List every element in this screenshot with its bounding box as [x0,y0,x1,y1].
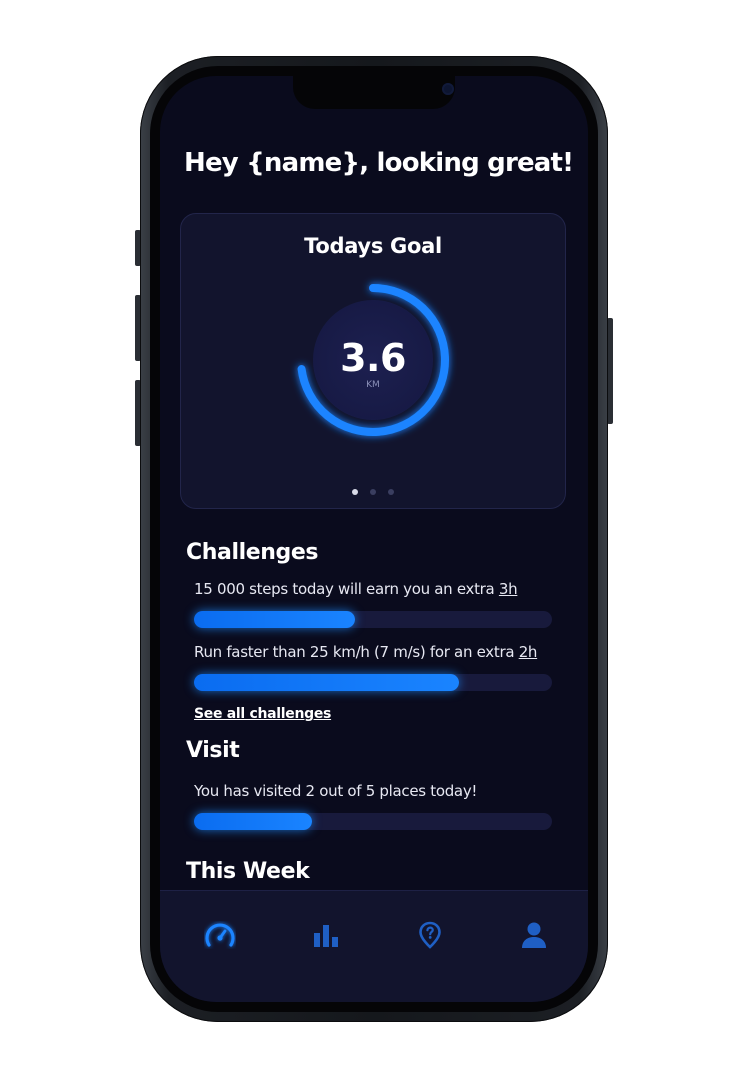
visit-progress-bar [194,813,552,830]
user-icon [522,922,546,948]
challenge-text: Run faster than 25 km/h (7 m/s) for an e… [194,643,537,661]
stage: Hey {name}, looking great! Todays Goal 3… [0,0,733,1080]
goal-card-title: Todays Goal [304,234,442,258]
tab-stats[interactable] [304,917,348,953]
challenge-description: 15 000 steps today will earn you an extr… [194,580,499,598]
challenges-title: Challenges [186,540,319,565]
tab-places[interactable] [408,917,452,953]
speedometer-icon [205,923,235,947]
visit-title: Visit [186,738,240,763]
challenge-progress-bar [194,611,552,628]
goal-value: 3.6 [340,336,406,380]
page-dot[interactable] [370,489,376,495]
greeting-title: Hey {name}, looking great! [184,148,574,178]
goal-card[interactable]: Todays Goal 3.6 KM [180,213,566,509]
see-all-challenges-link[interactable]: See all challenges [194,706,331,722]
challenge-progress-fill [194,611,356,628]
visit-text: You has visited 2 out of 5 places today! [194,782,478,800]
phone-screen: Hey {name}, looking great! Todays Goal 3… [160,76,588,1002]
notch [293,76,455,109]
tab-profile[interactable] [512,917,556,953]
challenge-reward: 3h [498,580,518,598]
bar-chart-icon [314,925,338,947]
page-dot[interactable] [352,489,358,495]
visit-progress-fill [194,813,313,830]
challenge-progress-fill [194,674,459,691]
challenge-progress-bar [194,674,552,691]
tab-dashboard[interactable] [196,917,240,953]
bottom-tab-bar [160,890,588,1002]
challenge-text: 15 000 steps today will earn you an extr… [194,580,518,598]
map-pin-question-icon [419,921,441,949]
page-indicator[interactable] [181,489,565,495]
page-dot[interactable] [388,489,394,495]
goal-progress-ring: 3.6 KM [287,274,459,446]
front-camera [442,83,454,95]
this-week-title: This Week [186,859,310,884]
goal-unit: KM [366,380,380,390]
challenge-reward: 2h [518,643,538,661]
challenge-description: Run faster than 25 km/h (7 m/s) for an e… [194,643,519,661]
